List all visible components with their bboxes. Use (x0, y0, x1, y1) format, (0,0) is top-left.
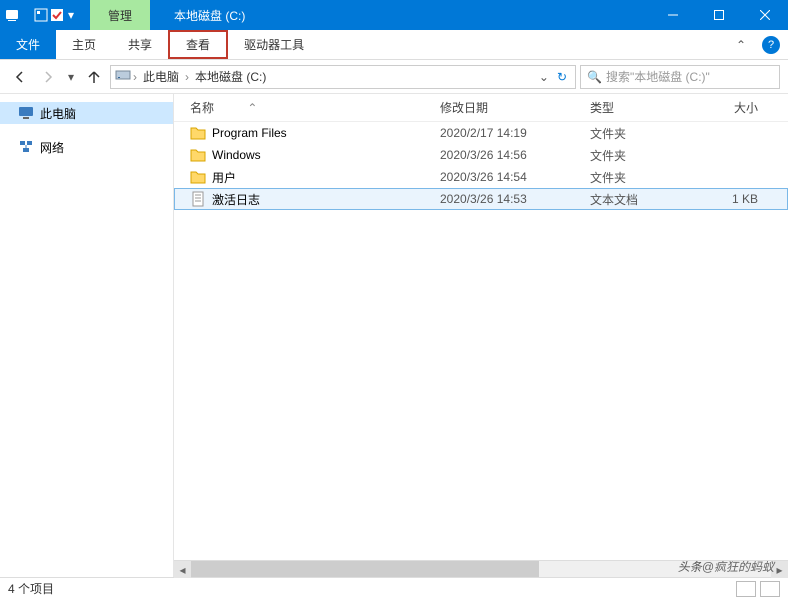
file-date: 2020/2/17 14:19 (434, 126, 584, 140)
maximize-button[interactable] (696, 0, 742, 30)
text-file-icon (190, 191, 206, 207)
titlebar: ▾ 管理 本地磁盘 (C:) (0, 0, 788, 30)
app-icon (4, 7, 20, 23)
file-type: 文件夹 (584, 147, 704, 164)
file-row[interactable]: 用户 2020/3/26 14:54文件夹 (174, 166, 788, 188)
column-header-size[interactable]: 大小 (704, 99, 764, 116)
search-placeholder: 搜索"本地磁盘 (C:)" (606, 68, 710, 85)
breadcrumb-this-pc[interactable]: 此电脑 (139, 68, 183, 85)
status-bar: 4 个项目 (0, 577, 788, 599)
contextual-tab-manage[interactable]: 管理 (90, 0, 150, 30)
navigation-bar: ▾ › 此电脑 › 本地磁盘 (C:) ⌄ ↻ 🔍 搜索"本地磁盘 (C:)" (0, 60, 788, 94)
minimize-button[interactable] (650, 0, 696, 30)
sidebar-item-this-pc[interactable]: 此电脑 (0, 102, 173, 124)
search-icon: 🔍 (587, 70, 602, 84)
scroll-right-icon[interactable]: ▸ (771, 561, 788, 578)
search-input[interactable]: 🔍 搜索"本地磁盘 (C:)" (580, 65, 780, 89)
ribbon-tabs: 文件 主页 共享 查看 驱动器工具 ⌃ ? (0, 30, 788, 60)
network-icon (18, 139, 34, 155)
sidebar-item-label: 此电脑 (40, 105, 76, 122)
address-bar[interactable]: › 此电脑 › 本地磁盘 (C:) ⌄ ↻ (110, 65, 576, 89)
address-history-dropdown[interactable]: ⌄ (535, 70, 553, 84)
file-name: 用户 (212, 169, 236, 186)
file-row[interactable]: 激活日志 2020/3/26 14:53文本文档1 KB (174, 188, 788, 210)
item-count: 4 个项目 (8, 580, 54, 597)
sort-arrow-icon: ⌃ (247, 101, 257, 115)
recent-locations-button[interactable]: ▾ (64, 65, 78, 89)
qat-dropdown-icon[interactable]: ▾ (66, 8, 76, 22)
sidebar-item-network[interactable]: 网络 (0, 136, 173, 158)
tab-view[interactable]: 查看 (168, 30, 228, 59)
breadcrumb-drive-c[interactable]: 本地磁盘 (C:) (191, 68, 270, 85)
details-view-button[interactable] (736, 581, 756, 597)
back-button[interactable] (8, 65, 32, 89)
breadcrumb-separator[interactable]: › (183, 70, 191, 84)
navigation-pane: 此电脑 网络 (0, 94, 174, 577)
file-row[interactable]: Windows 2020/3/26 14:56文件夹 (174, 144, 788, 166)
file-name: Windows (212, 148, 261, 162)
ribbon-collapse-icon[interactable]: ⌃ (728, 38, 754, 52)
scroll-left-icon[interactable]: ◂ (174, 561, 191, 578)
pc-icon (18, 105, 34, 121)
horizontal-scrollbar[interactable]: ◂ ▸ (174, 560, 788, 577)
file-row[interactable]: Program Files 2020/2/17 14:19文件夹 (174, 122, 788, 144)
tab-file[interactable]: 文件 (0, 30, 56, 59)
sidebar-item-label: 网络 (40, 139, 64, 156)
breadcrumb-separator[interactable]: › (131, 70, 139, 84)
explorer-body: 此电脑 网络 名称 ⌃ 修改日期 类型 大小 Program Files 2020… (0, 94, 788, 577)
column-header-name[interactable]: 名称 ⌃ (184, 99, 434, 116)
up-button[interactable] (82, 65, 106, 89)
file-date: 2020/3/26 14:56 (434, 148, 584, 162)
file-name: Program Files (212, 126, 287, 140)
tab-share[interactable]: 共享 (112, 30, 168, 59)
file-type: 文件夹 (584, 169, 704, 186)
file-name: 激活日志 (212, 191, 260, 208)
thumbnails-view-button[interactable] (760, 581, 780, 597)
file-date: 2020/3/26 14:54 (434, 170, 584, 184)
folder-icon (190, 147, 206, 163)
column-header-type[interactable]: 类型 (584, 99, 704, 116)
column-headers: 名称 ⌃ 修改日期 类型 大小 (174, 94, 788, 122)
scrollbar-thumb[interactable] (191, 561, 539, 577)
quick-access-toolbar: ▾ (0, 7, 80, 23)
refresh-icon[interactable]: ↻ (553, 70, 571, 84)
file-type: 文件夹 (584, 125, 704, 142)
window-controls (650, 0, 788, 30)
help-icon[interactable]: ? (762, 36, 780, 54)
tab-home[interactable]: 主页 (56, 30, 112, 59)
qat-properties-icon[interactable] (34, 8, 48, 22)
column-header-date[interactable]: 修改日期 (434, 99, 584, 116)
folder-icon (190, 125, 206, 141)
folder-icon (190, 169, 206, 185)
close-button[interactable] (742, 0, 788, 30)
qat-checkmark-icon[interactable] (50, 8, 64, 22)
window-title: 本地磁盘 (C:) (174, 7, 650, 24)
drive-icon (115, 67, 131, 86)
tab-drive-tools[interactable]: 驱动器工具 (228, 30, 320, 59)
forward-button[interactable] (36, 65, 60, 89)
file-type: 文本文档 (584, 191, 704, 208)
file-date: 2020/3/26 14:53 (434, 192, 584, 206)
file-list-pane: 名称 ⌃ 修改日期 类型 大小 Program Files 2020/2/17 1… (174, 94, 788, 577)
file-size: 1 KB (704, 192, 764, 206)
